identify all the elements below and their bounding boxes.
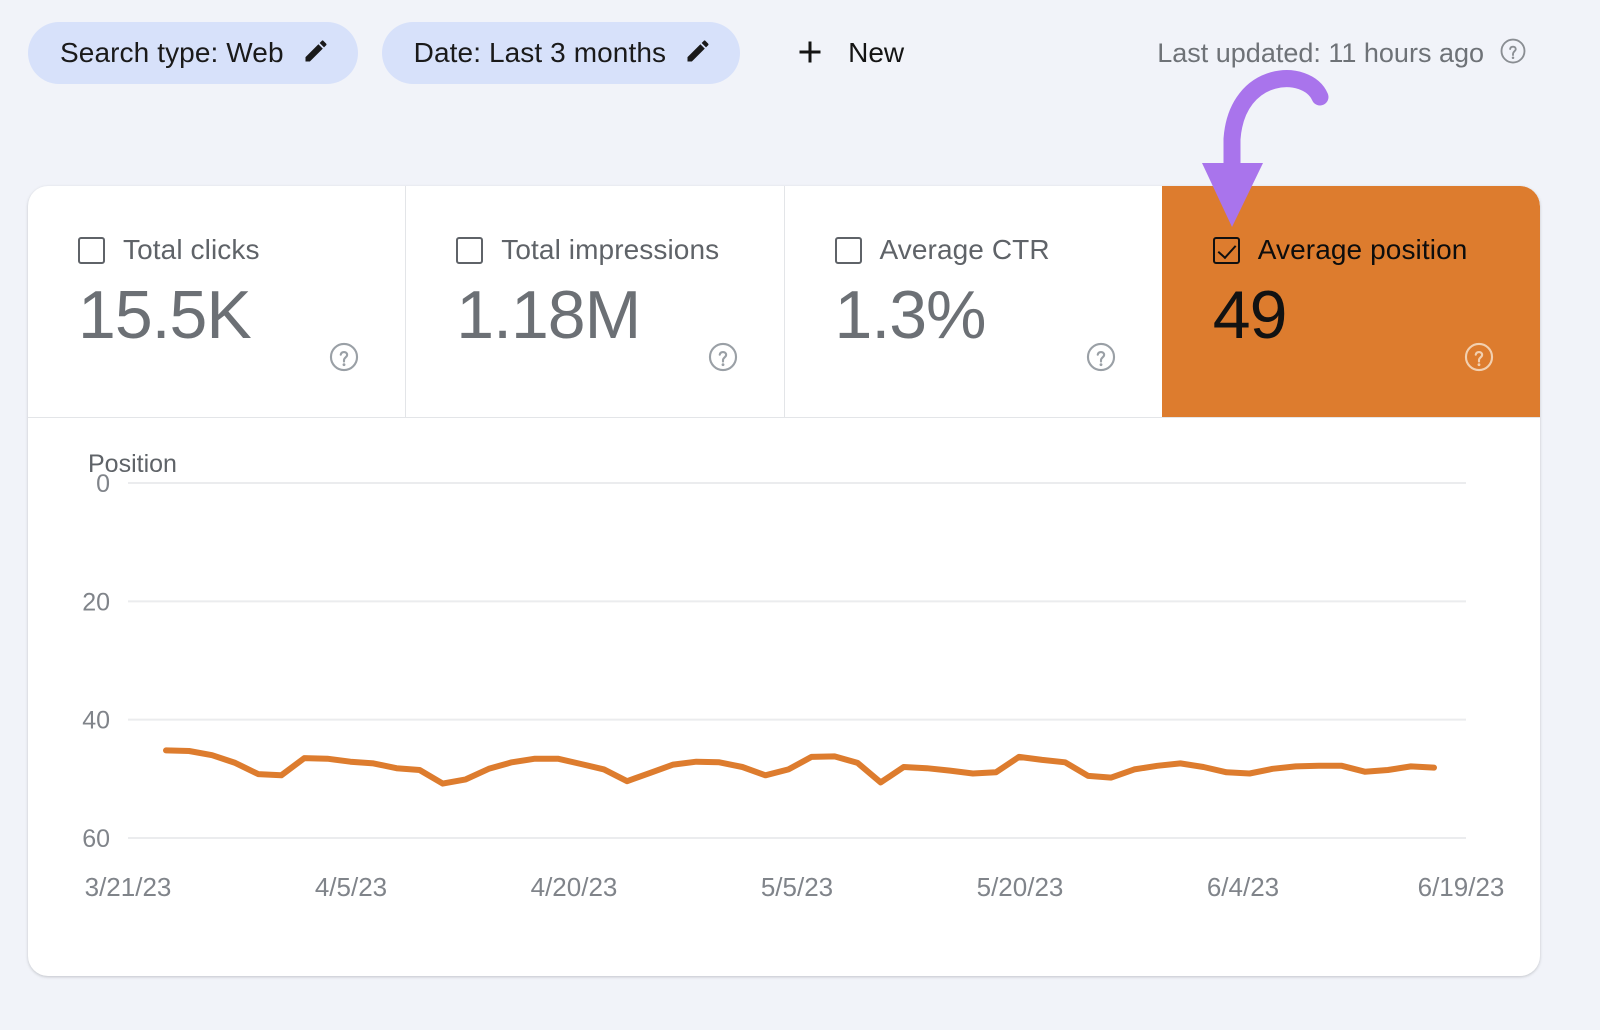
- x-axis-tick-label: 5/5/23: [761, 872, 833, 902]
- pencil-icon[interactable]: [302, 37, 330, 70]
- performance-chart: Position 0 20 40 60 3/21/23 4/5/23 4/20/23 5/5/…: [28, 418, 1540, 976]
- metric-tiles-row: Total clicks 15.5K Total impressions 1.1…: [28, 186, 1540, 418]
- chart-line-series: [163, 747, 1437, 787]
- y-axis-tick-label: 0: [96, 470, 110, 498]
- metric-checkbox-total-clicks[interactable]: [78, 236, 105, 264]
- metric-checkbox-average-ctr[interactable]: [834, 236, 862, 264]
- metric-label: Total clicks: [123, 234, 260, 265]
- add-new-filter-button[interactable]: New: [774, 22, 922, 84]
- metric-tile-average-ctr[interactable]: Average CTR 1.3%: [783, 186, 1162, 417]
- help-circle-icon[interactable]: [1498, 36, 1528, 71]
- y-axis-tick-label: 20: [82, 588, 110, 616]
- metric-checkbox-average-position[interactable]: [1212, 236, 1240, 264]
- help-circle-icon[interactable]: [1084, 340, 1118, 379]
- metric-label: Average position: [1257, 234, 1468, 265]
- metric-head: Total impressions: [456, 234, 783, 266]
- x-axis-tick-label: 3/21/23: [85, 872, 172, 902]
- metric-label: Total impressions: [501, 234, 720, 265]
- metric-tile-total-clicks[interactable]: Total clicks 15.5K: [28, 186, 405, 417]
- search-type-chip[interactable]: Search type: Web: [28, 22, 358, 84]
- help-circle-icon[interactable]: [327, 340, 361, 379]
- chart-canvas: 0 20 40 60 3/21/23 4/5/23 4/20/23 5/5/23 5/20/23…: [82, 470, 1505, 902]
- x-axis-tick-label: 4/20/23: [531, 872, 618, 902]
- x-axis-tick-label: 6/19/23: [1418, 872, 1505, 902]
- filter-toolbar: Search type: Web Date: Last 3 months New…: [0, 22, 1600, 84]
- metric-tile-total-impressions[interactable]: Total impressions 1.18M: [405, 186, 783, 417]
- date-range-chip-label: Date: Last 3 months: [413, 37, 667, 68]
- last-updated-text: Last updated: 11 hours ago: [1157, 37, 1484, 68]
- y-axis-tick-label: 60: [82, 825, 110, 853]
- x-axis-tick-label: 4/5/23: [315, 872, 387, 902]
- metric-tile-average-position[interactable]: Average position 49: [1161, 186, 1540, 417]
- metric-head: Average position: [1212, 234, 1540, 266]
- performance-card: Total clicks 15.5K Total impressions 1.1…: [28, 186, 1540, 976]
- search-type-chip-label: Search type: Web: [60, 37, 284, 68]
- metric-label: Average CTR: [879, 234, 1050, 265]
- add-new-filter-label: New: [848, 37, 905, 68]
- x-axis-tick-label: 5/20/23: [977, 872, 1064, 902]
- last-updated-group: Last updated: 11 hours ago: [1157, 36, 1528, 71]
- date-range-chip[interactable]: Date: Last 3 months: [381, 22, 741, 84]
- y-axis-tick-label: 40: [82, 707, 110, 735]
- metric-head: Total clicks: [78, 234, 405, 266]
- help-circle-icon[interactable]: [1462, 340, 1496, 379]
- metric-head: Average CTR: [834, 234, 1162, 266]
- x-axis-tick-label: 6/4/23: [1207, 872, 1279, 902]
- help-circle-icon[interactable]: [706, 340, 740, 379]
- pencil-icon[interactable]: [684, 37, 712, 70]
- plus-icon: [792, 34, 828, 73]
- metric-checkbox-total-impressions[interactable]: [456, 236, 484, 264]
